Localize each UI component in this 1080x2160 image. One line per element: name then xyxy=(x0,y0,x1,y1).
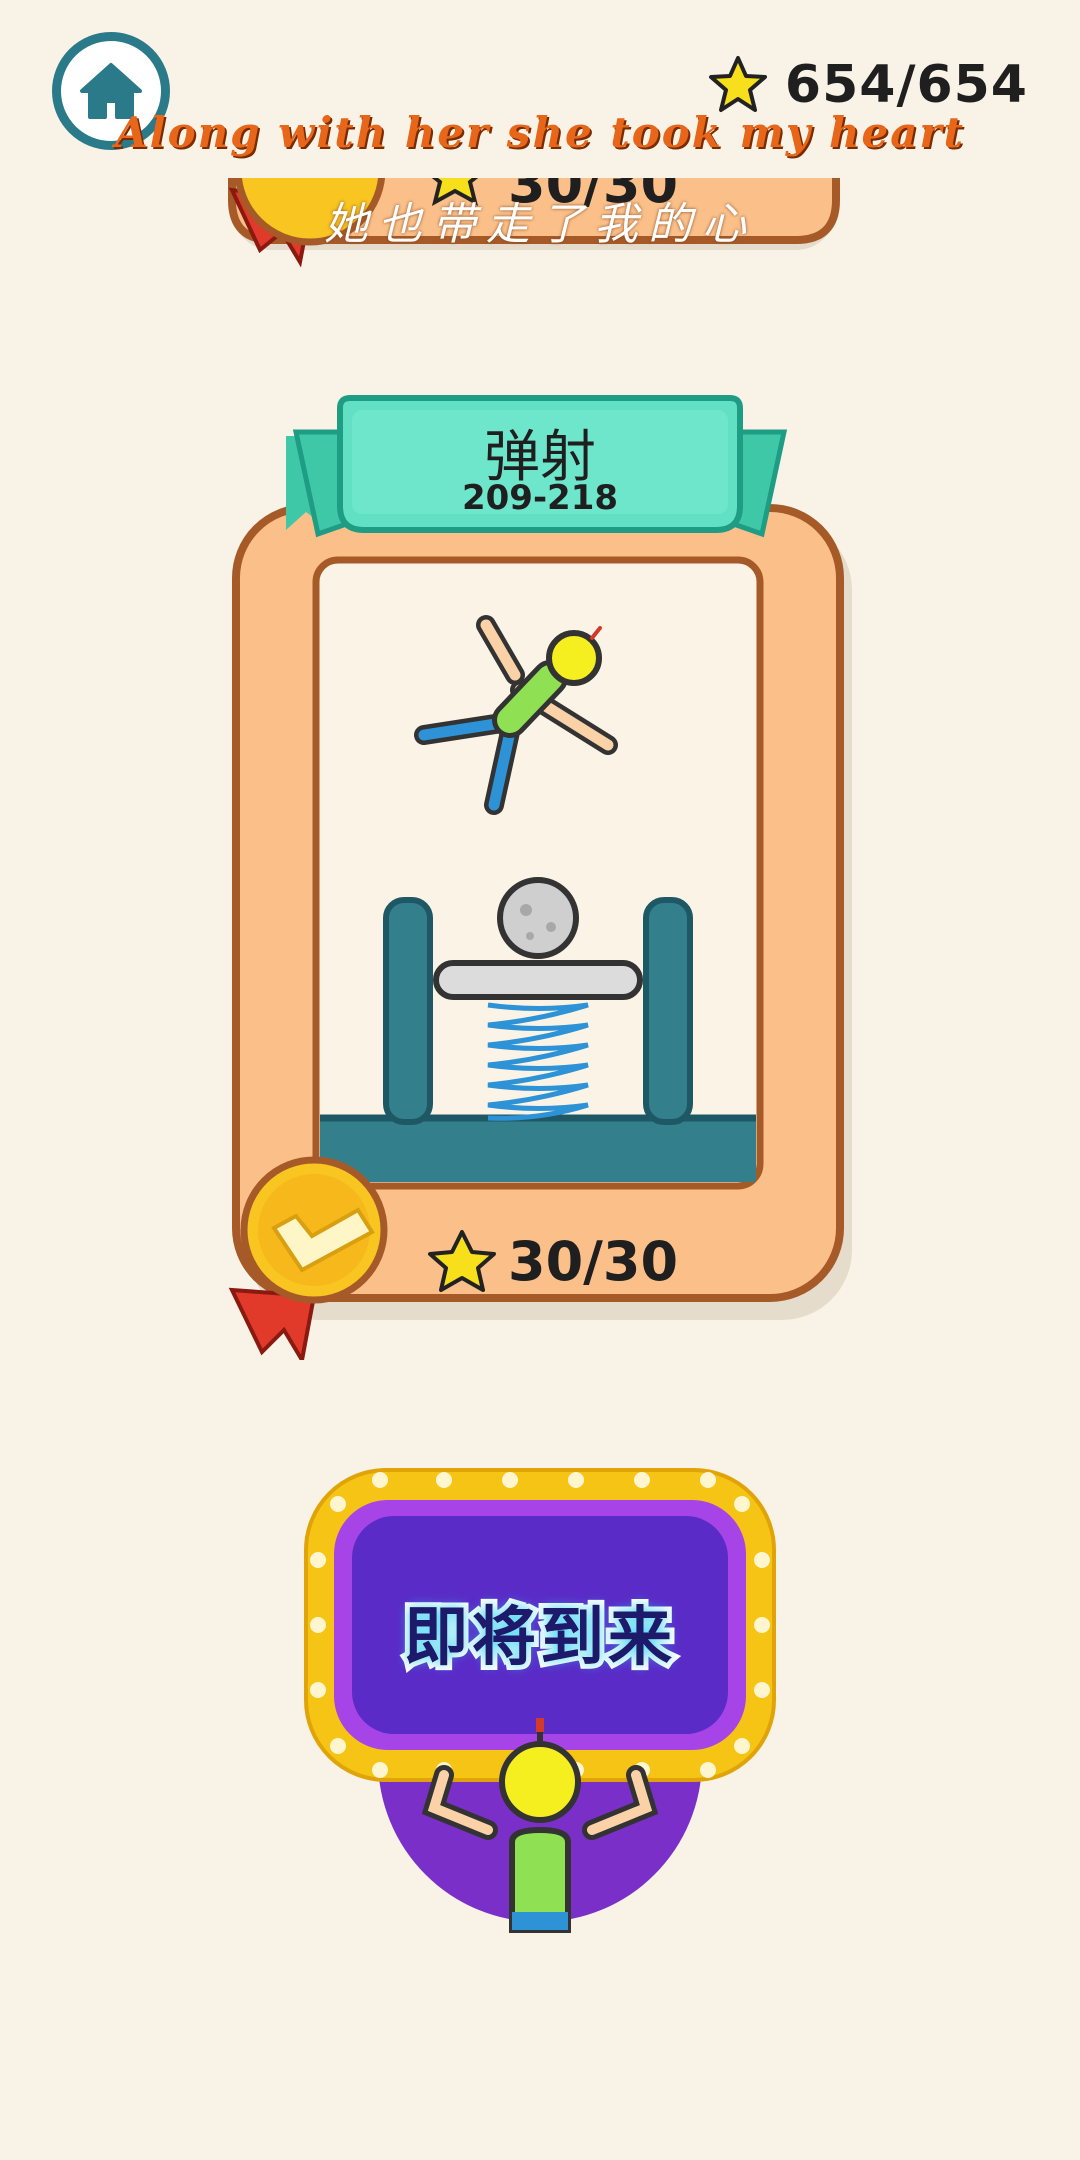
coming-soon-panel[interactable] xyxy=(0,1460,1080,1940)
star-icon xyxy=(708,56,767,112)
lyric-line-chinese: 她也带走了我的心 xyxy=(324,199,756,250)
checkmark-medal-icon xyxy=(228,1156,388,1360)
stars-total-front: 654/654 xyxy=(707,55,1028,115)
lyric-line-english: Along with her she took my heart xyxy=(115,108,965,157)
level-card[interactable] xyxy=(0,380,1080,1360)
level-card-range: 209-218 xyxy=(461,478,619,518)
level-card-stars: 30/30 xyxy=(508,1230,679,1293)
stars-total-value: 654/654 xyxy=(784,55,1028,115)
coming-soon-label: 即将到来 xyxy=(404,1601,676,1675)
